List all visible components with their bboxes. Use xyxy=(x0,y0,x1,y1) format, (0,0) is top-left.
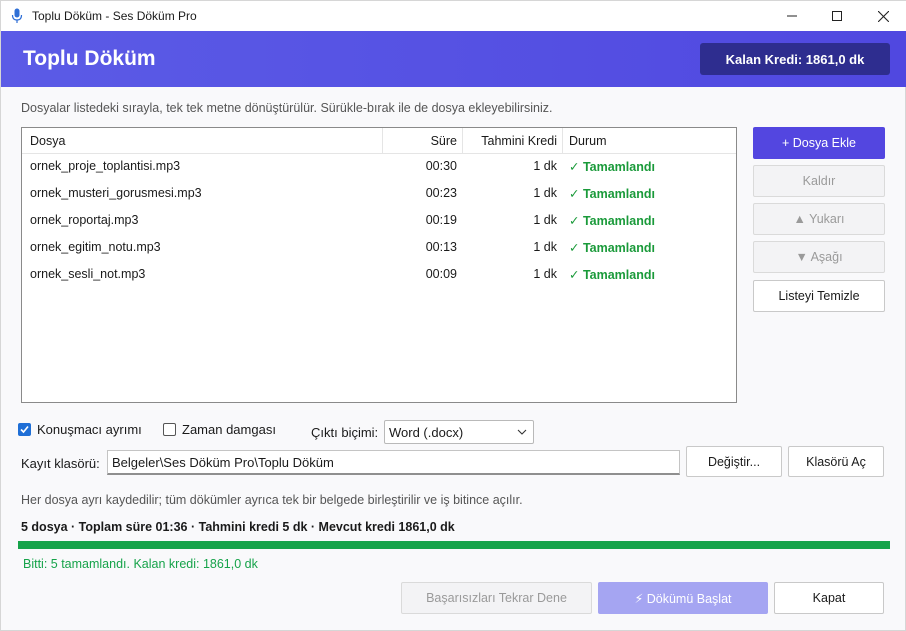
minimize-button[interactable] xyxy=(769,1,815,31)
save-folder-path: Belgeler\Ses Döküm Pro\Toplu Döküm xyxy=(112,455,334,470)
remove-button[interactable]: Kaldır xyxy=(753,165,885,197)
maximize-icon xyxy=(832,11,842,21)
column-header-status[interactable]: Durum xyxy=(569,134,607,148)
move-up-button[interactable]: ▲ Yukarı xyxy=(753,203,885,235)
save-folder-label: Kayıt klasörü: xyxy=(21,456,100,471)
checkbox-checked-icon xyxy=(18,423,31,436)
file-name: ornek_musteri_gorusmesi.mp3 xyxy=(30,186,202,200)
title-bar: Toplu Döküm - Ses Döküm Pro xyxy=(1,1,906,31)
timestamp-checkbox[interactable]: Zaman damgası xyxy=(163,422,276,437)
close-window-button[interactable] xyxy=(860,1,906,31)
file-name: ornek_egitim_notu.mp3 xyxy=(30,240,161,254)
table-row[interactable]: ornek_proje_toplantisi.mp3 00:30 1 dk ✓ … xyxy=(22,154,736,181)
maximize-button[interactable] xyxy=(814,1,860,31)
file-list[interactable]: Dosya Süre Tahmini Kredi Durum ornek_pro… xyxy=(21,127,737,403)
table-row[interactable]: ornek_musteri_gorusmesi.mp3 00:23 1 dk ✓… xyxy=(22,181,736,208)
progress-fill xyxy=(18,541,890,549)
page-header: Toplu Döküm Kalan Kredi: 1861,0 dk xyxy=(1,31,906,87)
output-format-select[interactable]: Word (.docx) xyxy=(384,420,534,444)
file-status: ✓ Tamamlandı xyxy=(569,214,655,228)
column-header-credit[interactable]: Tahmini Kredi xyxy=(472,134,557,148)
summary-text: 5 dosya · Toplam süre 01:36 · Tahmini kr… xyxy=(21,520,455,534)
chevron-down-icon xyxy=(517,429,527,435)
close-icon xyxy=(877,10,889,22)
timestamp-label: Zaman damgası xyxy=(182,422,276,437)
file-duration: 00:13 xyxy=(425,240,457,254)
info-text: Her dosya ayrı kaydedilir; tüm dökümler … xyxy=(21,493,523,507)
speaker-separation-label: Konuşmacı ayrımı xyxy=(37,422,142,437)
add-file-button[interactable]: + Dosya Ekle xyxy=(753,127,885,159)
checkbox-unchecked-icon xyxy=(163,423,176,436)
credit-badge: Kalan Kredi: 1861,0 dk xyxy=(700,43,890,75)
file-credit: 1 dk xyxy=(533,267,557,281)
column-header-duration[interactable]: Süre xyxy=(382,134,457,148)
open-folder-button[interactable]: Klasörü Aç xyxy=(788,446,884,477)
table-row[interactable]: ornek_egitim_notu.mp3 00:13 1 dk ✓ Tamam… xyxy=(22,235,736,262)
output-format-label: Çıktı biçimi: xyxy=(311,425,379,440)
column-header-file[interactable]: Dosya xyxy=(30,134,65,148)
file-duration: 00:30 xyxy=(425,159,457,173)
clear-list-button[interactable]: Listeyi Temizle xyxy=(753,280,885,312)
file-status: ✓ Tamamlandı xyxy=(569,187,655,201)
window-title: Toplu Döküm - Ses Döküm Pro xyxy=(32,9,197,23)
file-duration: 00:23 xyxy=(425,186,457,200)
file-status: ✓ Tamamlandı xyxy=(569,268,655,282)
change-folder-button[interactable]: Değiştir... xyxy=(686,446,782,477)
file-duration: 00:09 xyxy=(425,267,457,281)
page-title: Toplu Döküm xyxy=(23,47,156,70)
table-row[interactable]: ornek_roportaj.mp3 00:19 1 dk ✓ Tamamlan… xyxy=(22,208,736,235)
file-credit: 1 dk xyxy=(533,240,557,254)
instructions-text: Dosyalar listedeki sırayla, tek tek metn… xyxy=(21,101,553,115)
microphone-icon xyxy=(11,8,23,23)
retry-failed-button[interactable]: Başarısızları Tekrar Dene xyxy=(401,582,592,614)
app-window: Toplu Döküm - Ses Döküm Pro Toplu Döküm … xyxy=(0,0,906,631)
output-format-value: Word (.docx) xyxy=(389,425,464,440)
file-name: ornek_sesli_not.mp3 xyxy=(30,267,146,281)
speaker-separation-checkbox[interactable]: Konuşmacı ayrımı xyxy=(18,422,142,437)
file-duration: 00:19 xyxy=(425,213,457,227)
save-folder-input[interactable]: Belgeler\Ses Döküm Pro\Toplu Döküm xyxy=(107,450,680,475)
start-transcription-button[interactable]: ⚡ Dökümü Başlat xyxy=(598,582,768,614)
file-credit: 1 dk xyxy=(533,186,557,200)
file-status: ✓ Tamamlandı xyxy=(569,241,655,255)
table-row[interactable]: ornek_sesli_not.mp3 00:09 1 dk ✓ Tamamla… xyxy=(22,262,736,289)
status-text: Bitti: 5 tamamlandı. Kalan kredi: 1861,0… xyxy=(23,557,258,571)
move-down-button[interactable]: ▼ Aşağı xyxy=(753,241,885,273)
file-status: ✓ Tamamlandı xyxy=(569,160,655,174)
file-credit: 1 dk xyxy=(533,213,557,227)
file-name: ornek_proje_toplantisi.mp3 xyxy=(30,159,181,173)
file-name: ornek_roportaj.mp3 xyxy=(30,213,139,227)
minimize-icon xyxy=(787,15,797,17)
file-credit: 1 dk xyxy=(533,159,557,173)
file-list-header: Dosya Süre Tahmini Kredi Durum xyxy=(22,128,736,154)
progress-bar xyxy=(18,541,890,549)
close-button[interactable]: Kapat xyxy=(774,582,884,614)
